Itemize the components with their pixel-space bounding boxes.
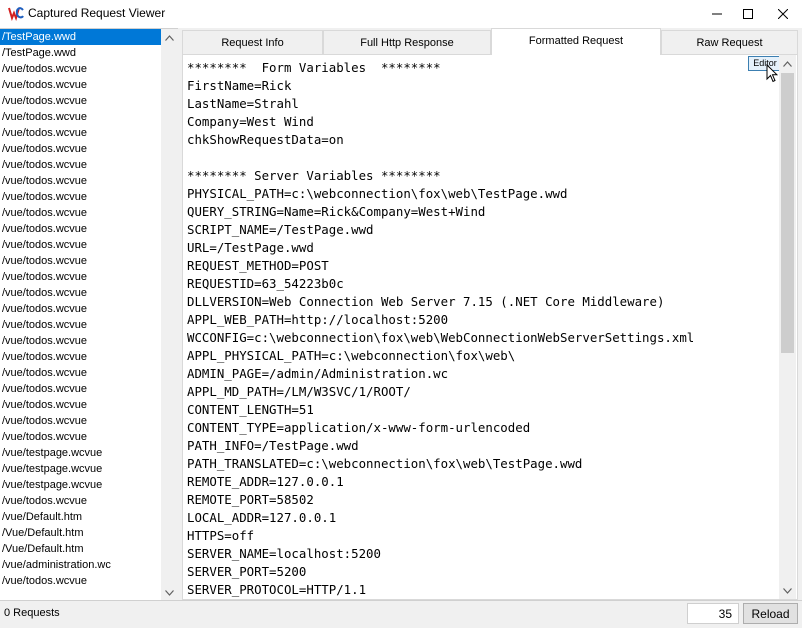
request-line: QUERY_STRING=Name=Rick&Company=West+Wind [187,204,486,219]
list-item[interactable]: /vue/todos.wcvue [0,365,161,381]
requests-count-label: 0 Requests [4,607,60,619]
request-line: SERVER_PORT=5200 [187,564,307,579]
maximize-button[interactable] [731,0,765,28]
list-item[interactable]: /vue/todos.wcvue [0,269,161,285]
list-item[interactable]: /vue/todos.wcvue [0,221,161,237]
list-item[interactable]: /vue/todos.wcvue [0,189,161,205]
request-line: ******** Server Variables ******** [187,168,441,183]
request-line: DLLVERSION=Web Connection Web Server 7.1… [187,294,665,309]
list-item[interactable]: /vue/todos.wcvue [0,109,161,125]
wc-logo-icon [8,7,24,21]
scroll-down-arrow-icon[interactable] [161,584,178,601]
tab-full-http-response[interactable]: Full Http Response [323,30,491,54]
request-line: HTTPS=off [187,528,255,543]
list-item[interactable]: /vue/todos.wcvue [0,157,161,173]
formatted-request-panel: ******** Form Variables ******** FirstNam… [182,54,798,600]
tab-strip: Request Info Full Http Response Formatte… [182,28,802,55]
minimize-icon [712,13,722,15]
request-list[interactable]: /TestPage.wwd/TestPage.wwd/vue/todos.wcv… [0,29,161,601]
list-item[interactable]: /vue/todos.wcvue [0,61,161,77]
list-item[interactable]: /vue/todos.wcvue [0,285,161,301]
close-icon [778,9,788,19]
list-item[interactable]: /Vue/Default.htm [0,525,161,541]
list-item[interactable]: /vue/todos.wcvue [0,333,161,349]
request-line: CONTENT_LENGTH=51 [187,402,314,417]
list-item[interactable]: /vue/todos.wcvue [0,349,161,365]
request-line: LOCAL_ADDR=127.0.0.1 [187,510,337,525]
request-line: ADMIN_PAGE=/admin/Administration.wc [187,366,449,381]
list-item[interactable]: /vue/todos.wcvue [0,237,161,253]
list-item[interactable]: /vue/testpage.wcvue [0,445,161,461]
list-item[interactable]: /vue/todos.wcvue [0,141,161,157]
list-item[interactable]: /vue/todos.wcvue [0,301,161,317]
request-line: PATH_TRANSLATED=c:\webconnection\fox\web… [187,456,583,471]
list-item[interactable]: /vue/todos.wcvue [0,381,161,397]
formatted-request-text[interactable]: ******** Form Variables ******** FirstNam… [187,59,777,599]
list-item[interactable]: /vue/todos.wcvue [0,77,161,93]
request-line: PHYSICAL_PATH=c:\webconnection\fox\web\T… [187,186,568,201]
request-line: ******** Form Variables ******** [187,60,441,75]
request-list-panel: /TestPage.wwd/TestPage.wwd/vue/todos.wcv… [0,28,178,601]
list-item[interactable]: /vue/todos.wcvue [0,397,161,413]
count-field[interactable]: 35 [687,603,739,624]
list-item[interactable]: /Vue/Default.htm [0,541,161,557]
close-button[interactable] [766,0,800,28]
mouse-pointer-icon [766,64,778,83]
request-line: CONTENT_TYPE=application/x-www-form-urle… [187,420,531,435]
tab-request-info[interactable]: Request Info [182,30,323,54]
list-item[interactable]: /vue/todos.wcvue [0,429,161,445]
request-list-scrollbar[interactable] [161,29,178,601]
request-line: URL=/TestPage.wwd [187,240,314,255]
list-item[interactable]: /TestPage.wwd [0,29,161,45]
list-item[interactable]: /vue/todos.wcvue [0,93,161,109]
content-scroll-down-icon[interactable] [779,582,796,599]
list-item[interactable]: /vue/testpage.wcvue [0,477,161,493]
request-line: SCRIPT_NAME=/TestPage.wwd [187,222,374,237]
request-line: REQUEST_METHOD=POST [187,258,329,273]
tab-raw-request[interactable]: Raw Request [661,30,798,54]
title-bar: Captured Request Viewer [0,0,802,28]
list-item[interactable]: /vue/todos.wcvue [0,413,161,429]
request-line: PATH_INFO=/TestPage.wwd [187,438,359,453]
request-line: LastName=Strahl [187,96,299,111]
status-bar: 0 Requests 35 Reload [0,600,802,628]
window-title: Captured Request Viewer [28,6,166,20]
list-item[interactable]: /TestPage.wwd [0,45,161,61]
content-scrollbar[interactable] [779,55,796,599]
list-item[interactable]: /vue/todos.wcvue [0,317,161,333]
reload-button[interactable]: Reload [743,603,798,624]
scroll-up-arrow-icon[interactable] [161,29,178,46]
request-line: FirstName=Rick [187,78,292,93]
request-line: REQUESTID=63_54223b0c [187,276,344,291]
request-line: Company=West Wind [187,114,314,129]
request-line [187,149,777,167]
request-line: SERVER_PROTOCOL=HTTP/1.1 [187,582,367,597]
request-line: SERVER_NAME=localhost:5200 [187,546,381,561]
list-item[interactable]: /vue/testpage.wcvue [0,461,161,477]
list-item[interactable]: /vue/todos.wcvue [0,573,161,589]
request-line: APPL_MD_PATH=/LM/W3SVC/1/ROOT/ [187,384,411,399]
request-line: WCCONFIG=c:\webconnection\fox\web\WebCon… [187,330,695,345]
tab-formatted-request[interactable]: Formatted Request [491,28,661,55]
content-scroll-thumb[interactable] [781,73,794,353]
list-item[interactable]: /vue/todos.wcvue [0,125,161,141]
list-item[interactable]: /vue/todos.wcvue [0,173,161,189]
request-line: chkShowRequestData=on [187,132,344,147]
list-item[interactable]: /vue/todos.wcvue [0,493,161,509]
list-item[interactable]: /vue/todos.wcvue [0,205,161,221]
request-line: APPL_WEB_PATH=http://localhost:5200 [187,312,449,327]
list-item[interactable]: /vue/administration.wc [0,557,161,573]
list-item[interactable]: /vue/Default.htm [0,509,161,525]
request-line: REMOTE_ADDR=127.0.0.1 [187,474,344,489]
list-item[interactable]: /vue/todos.wcvue [0,253,161,269]
maximize-icon [743,9,753,19]
request-line: REMOTE_PORT=58502 [187,492,314,507]
request-line: APPL_PHYSICAL_PATH=c:\webconnection\fox\… [187,348,516,363]
content-scroll-up-icon[interactable] [779,55,796,72]
minimize-button[interactable] [700,0,734,28]
